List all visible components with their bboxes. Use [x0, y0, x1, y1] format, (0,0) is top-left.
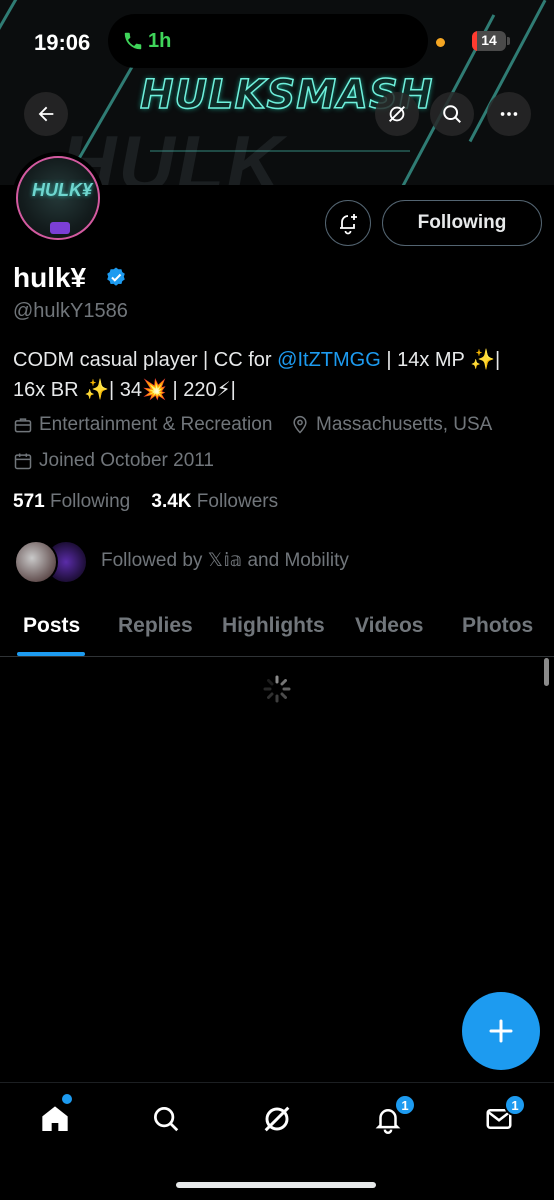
- nav-search[interactable]: [144, 1097, 188, 1141]
- profile-joined: Joined October 2011: [13, 450, 214, 472]
- bell-plus-icon: [340, 214, 357, 235]
- followers-link[interactable]: 3.4K Followers: [151, 491, 278, 512]
- followers-label: Followers: [196, 491, 279, 512]
- compose-button[interactable]: [462, 992, 540, 1070]
- follower-avatar-xia[interactable]: [14, 540, 58, 584]
- nav-grok[interactable]: [255, 1097, 299, 1141]
- tab-videos[interactable]: Videos: [355, 614, 423, 638]
- notify-button[interactable]: [325, 200, 371, 246]
- banner-stripe: [150, 150, 410, 152]
- joined-text: Joined October 2011: [39, 450, 214, 471]
- briefcase-icon: [14, 418, 32, 433]
- more-button[interactable]: [487, 92, 531, 136]
- messages-badge: 1: [504, 1094, 526, 1116]
- location-text: Massachusetts, USA: [316, 414, 493, 435]
- notifications-badge: 1: [394, 1094, 416, 1116]
- location-pin-icon: [293, 415, 307, 434]
- tab-photos[interactable]: Photos: [462, 614, 533, 638]
- tab-highlights[interactable]: Highlights: [222, 614, 325, 638]
- verified-badge-icon[interactable]: [104, 266, 128, 290]
- profile-location: Massachusetts, USA: [290, 414, 492, 436]
- followed-by-text[interactable]: Followed by 𝕏𝕚𝕒 and Mobility: [101, 549, 349, 572]
- profile-tabs: Posts Replies Highlights Videos Photos: [0, 600, 554, 657]
- grok-icon: [389, 106, 405, 122]
- grok-icon: [264, 1106, 290, 1132]
- display-name: hulk¥: [13, 262, 87, 293]
- status-time: 19:06: [34, 30, 91, 55]
- profile-category: Entertainment & Recreation: [13, 414, 272, 436]
- nav-home[interactable]: [33, 1097, 77, 1141]
- followers-count: 3.4K: [151, 491, 192, 512]
- battery-tip: [507, 37, 510, 45]
- status-bar: 19:06 1h 14: [0, 0, 554, 82]
- following-button[interactable]: Following: [382, 200, 542, 246]
- avatar-logo-text: HULK¥: [32, 180, 93, 200]
- mic-indicator-dot: [436, 38, 445, 47]
- more-icon: [500, 112, 518, 116]
- bio-text-line2: 16x BR ✨| 34💥 | 220⚡|: [13, 379, 236, 401]
- battery-icon: 14: [472, 31, 506, 51]
- plus-icon: [489, 1019, 513, 1043]
- category-text: Entertainment & Recreation: [39, 414, 273, 435]
- battery-level: 14: [481, 32, 497, 48]
- active-tab-indicator: [17, 652, 85, 656]
- home-icon: [42, 1106, 68, 1131]
- profile-avatar[interactable]: HULK¥: [12, 152, 104, 244]
- profile-handle: @hulkY1586: [13, 300, 128, 322]
- spinner-icon: [263, 675, 291, 703]
- follow-counts: 571 Following 3.4K Followers: [13, 491, 278, 513]
- tab-replies[interactable]: Replies: [118, 614, 193, 638]
- back-button[interactable]: [24, 92, 68, 136]
- phone-icon: [124, 32, 142, 50]
- home-unread-dot: [62, 1094, 72, 1104]
- call-duration: 1h: [148, 30, 172, 52]
- scrollbar[interactable]: [544, 658, 549, 686]
- home-indicator[interactable]: [176, 1182, 376, 1188]
- avatar-emblem: [50, 222, 70, 234]
- tab-posts[interactable]: Posts: [23, 614, 80, 638]
- bio-text: CODM casual player | CC for: [13, 349, 278, 371]
- grok-button[interactable]: [375, 92, 419, 136]
- bio-mention-link[interactable]: @ItZTMGG: [277, 349, 381, 371]
- bio-text: | 14x MP ✨|: [380, 349, 501, 371]
- search-icon: [154, 1107, 179, 1132]
- following-count: 571: [13, 491, 45, 512]
- following-link[interactable]: 571 Following: [13, 491, 130, 512]
- profile-bio: CODM casual player | CC for @ItZTMGG | 1…: [13, 345, 533, 405]
- back-arrow-icon: [38, 106, 54, 122]
- following-label: Following: [49, 491, 131, 512]
- search-icon: [443, 105, 461, 123]
- search-button[interactable]: [430, 92, 474, 136]
- calendar-icon: [14, 453, 32, 470]
